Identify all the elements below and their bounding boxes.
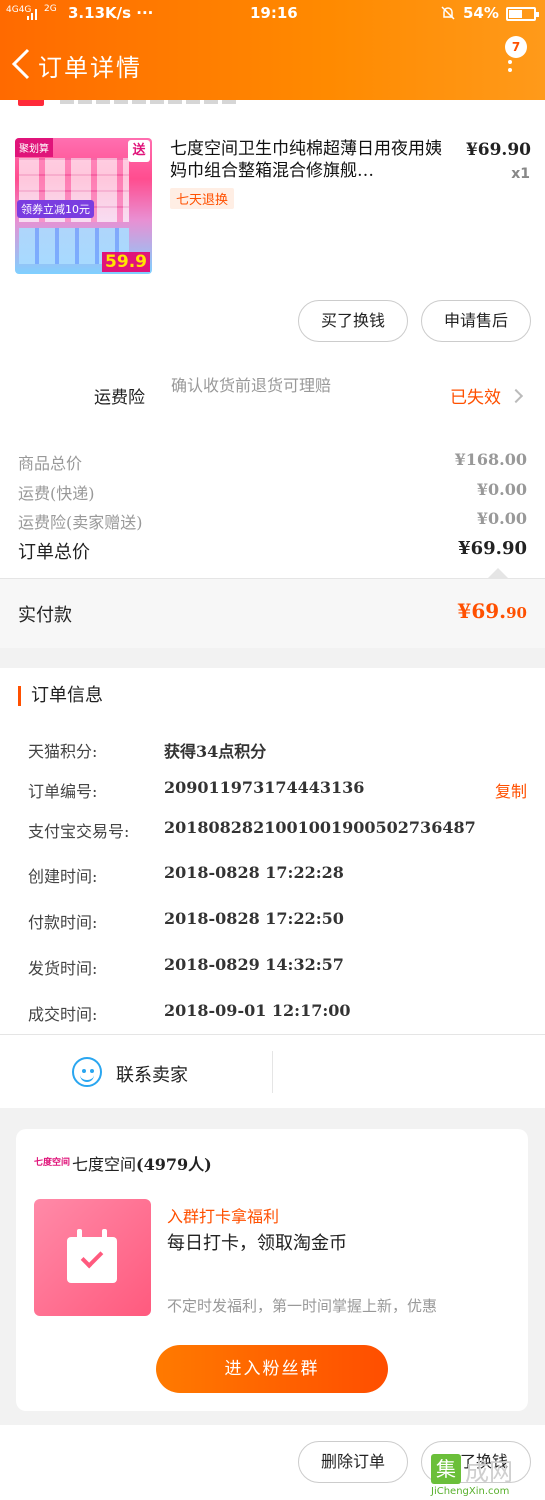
group-headline: 入群打卡拿福利 [167,1207,280,1226]
info-row-shipped: 发货时间: 2018-0829 14:32:57 [28,955,527,978]
product-price: ¥69.90 [465,140,531,160]
summary-row-total: 订单总价 ¥69.90 [18,538,527,564]
join-group-button[interactable]: 进入粉丝群 [156,1345,388,1393]
paid-notch [488,568,508,578]
product-section: 聚划算 送 领券立减10元 59.9 七度空间卫生巾纯棉超薄日用夜用姨妈巾组合整… [0,100,545,578]
paid-value: ¥69.90 [457,599,527,623]
shop-header-strip [0,100,545,108]
order-info-title: 订单信息 [18,686,103,706]
info-label: 创建时间: [28,867,98,886]
watermark-badge: 集 [431,1454,461,1484]
info-label: 支付宝交易号: [28,822,130,841]
info-value[interactable]: 209011973174443136 [164,778,364,797]
after-sale-button[interactable]: 申请售后 [421,300,531,342]
brand-logo: 七度空间 [34,1158,71,1168]
watermark-cn: 成网 [465,1458,513,1486]
thumb-sticker: 聚划算 [15,138,53,157]
watermark-en: JiChengXin.com [431,1486,510,1497]
summary-row-insurance: 运费险(卖家赠送) ¥0.00 [18,509,527,533]
back-arrow-icon[interactable] [8,46,36,82]
info-value: 2018-09-01 12:17:00 [164,1001,351,1020]
network-label: 2G [44,4,57,14]
page-title: 订单详情 [38,54,142,82]
divider [272,1051,273,1093]
info-row-completed: 成交时间: 2018-09-01 12:17:00 [28,1001,527,1024]
product-title[interactable]: 七度空间卫生巾纯棉超薄日用夜用姨妈巾组合整箱混合修旗舰… [170,138,450,182]
battery-percent: 54% [463,4,499,22]
battery-icon [506,7,539,21]
chat-smile-icon [72,1057,102,1087]
paid-value-main: ¥69. [457,599,507,623]
summary-value: ¥0.00 [476,480,527,499]
summary-row-shipping: 运费(快递) ¥0.00 [18,480,527,504]
more-menu-button[interactable]: 7 [495,30,535,80]
thumb-coupon: 领券立减10元 [17,200,94,218]
summary-label: 商品总价 [18,454,83,473]
thumb-gift-corner: 送 [128,140,150,162]
summary-label: 运费险(卖家赠送) [18,513,143,532]
mute-bell-icon [441,6,455,20]
summary-value: ¥168.00 [454,450,527,469]
info-row-alipay-id: 支付宝交易号: 2018082821001001900502736487 [28,818,527,841]
app-header: 4G4G 2G 3.13K/s ··· 19:16 54% 订单详情 7 [0,0,545,100]
summary-label: 运费(快递) [18,484,95,503]
info-label: 付款时间: [28,913,98,932]
signal-icon [27,9,37,20]
shipping-insurance-desc: 确认收货前退货可理赔 [171,376,332,395]
contact-seller-label: 联系卖家 [116,1065,188,1086]
info-value: 2018-0828 17:22:28 [164,863,344,882]
group-member-count: (4979人) [136,1155,212,1174]
product-quantity: x1 [511,166,530,182]
info-row-order-id: 订单编号: 209011973174443136 复制 [28,778,527,802]
chevron-right-icon [508,388,524,404]
info-label: 天猫积分: [28,742,98,761]
info-row-created: 创建时间: 2018-0828 17:22:28 [28,863,527,886]
info-label: 发货时间: [28,959,98,978]
info-value: 2018-0828 17:22:50 [164,909,344,928]
info-label: 成交时间: [28,1005,98,1024]
battery-fill [509,10,522,18]
message-count-badge: 7 [505,36,527,58]
paid-value-cents: 90 [506,604,527,622]
product-thumbnail[interactable]: 聚划算 送 领券立减10元 59.9 [15,138,152,274]
order-info-section: 订单信息 天猫积分: 获得34点积分 订单编号: 209011973174443… [0,668,545,1108]
info-label: 订单编号: [28,782,98,801]
shipping-insurance-label: 运费险 [94,388,145,408]
shop-name-clipped [60,100,240,104]
divider [0,1034,545,1035]
tmall-tag-icon [18,100,44,106]
copy-order-id-button[interactable]: 复制 [495,778,527,802]
group-description: 不定时发福利，第一时间掌握上新，优惠 [167,1297,438,1315]
shipping-insurance-status[interactable]: 已失效 [450,383,501,408]
buy-again-button[interactable]: 买了换钱 [298,300,408,342]
network-speed: 3.13K/s ··· [68,4,154,22]
info-value[interactable]: 2018082821001001900502736487 [164,818,476,837]
thumb-price: 59.9 [102,252,150,272]
return-policy-tag: 七天退换 [170,188,235,209]
order-total-label: 订单总价 [18,542,90,563]
group-subtitle: 每日打卡，领取淘金币 [167,1233,347,1254]
checkin-banner[interactable] [34,1199,151,1316]
fan-group-card: 七度空间 七度空间(4979人) 入群打卡拿福利 每日打卡，领取淘金币 不定时发… [16,1129,528,1411]
summary-row-goods: 商品总价 ¥168.00 [18,450,527,474]
group-name: 七度空间(4979人) [72,1151,212,1175]
info-row-paid: 付款时间: 2018-0828 17:22:50 [28,909,527,932]
summary-value: ¥0.00 [476,509,527,528]
clock: 19:16 [250,4,298,22]
paid-label: 实付款 [18,605,72,626]
more-dots-icon [508,60,514,76]
paid-section: 实付款 ¥69.90 [0,578,545,648]
site-watermark: 集 成网 JiChengXin.com [431,1450,545,1500]
calendar-check-icon [67,1229,117,1283]
group-name-text: 七度空间 [72,1155,137,1174]
info-value: 2018-0829 14:32:57 [164,955,344,974]
info-value: 获得34点积分 [164,742,267,761]
info-row-points: 天猫积分: 获得34点积分 [28,738,527,761]
status-bar: 4G4G 2G 3.13K/s ··· 19:16 54% [0,0,545,28]
delete-order-button[interactable]: 删除订单 [298,1441,408,1483]
order-total-value: ¥69.90 [458,538,527,559]
